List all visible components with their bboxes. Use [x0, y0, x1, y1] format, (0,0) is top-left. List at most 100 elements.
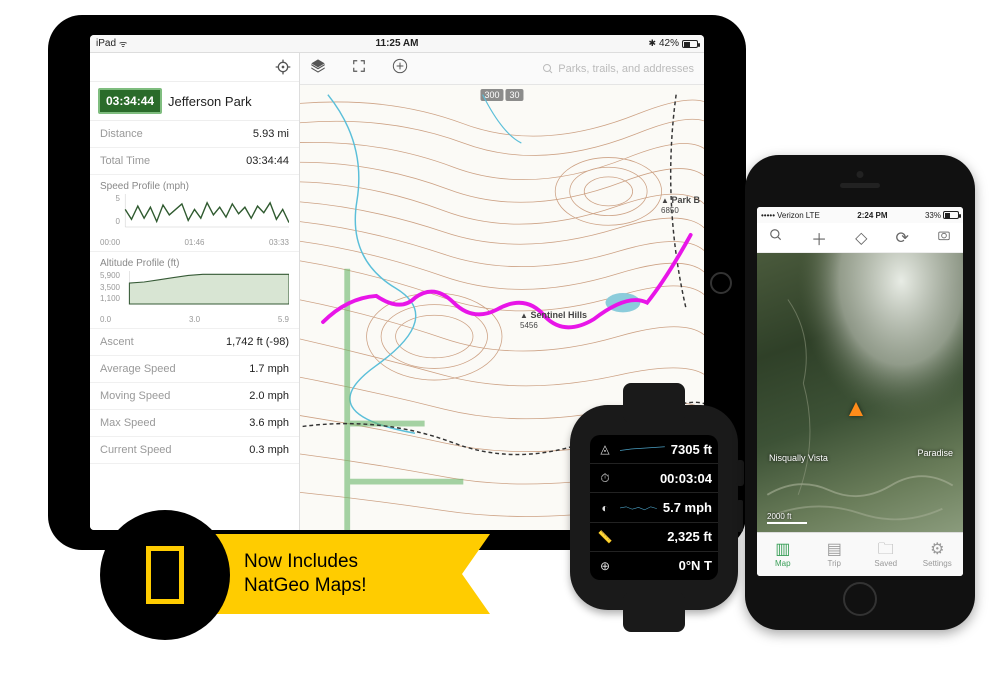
iphone-camera: [857, 171, 864, 178]
watch-heading: 0°N T: [679, 558, 712, 573]
iphone-toolbar: ＋ ◇ ⟳: [757, 223, 963, 253]
map-toolbar: Parks, trails, and addresses: [300, 53, 704, 85]
watch-distance: 2,325 ft: [667, 529, 712, 544]
map-icon: ▥: [775, 542, 790, 558]
search-placeholder: Parks, trails, and addresses: [558, 63, 694, 75]
track-stats-sidebar: 03:34:44 Jefferson Park Distance 5.93 mi…: [90, 53, 300, 530]
device-name: iPad: [96, 38, 116, 49]
stat-value: 2.0 mph: [249, 390, 289, 402]
track-title: Jefferson Park: [168, 94, 252, 109]
locate-icon[interactable]: ◇: [855, 228, 867, 248]
watch-time: 00:03:04: [660, 471, 712, 486]
stat-label: Moving Speed: [100, 390, 170, 402]
map-label: Nisqually Vista: [769, 453, 828, 463]
tab-settings[interactable]: ⚙ Settings: [912, 533, 964, 576]
iphone-screen: ••••• Verizon LTE 2:24 PM 33% ＋ ◇ ⟳: [757, 207, 963, 576]
user-location-arrow: [849, 402, 863, 416]
settings-icon: ⚙: [930, 542, 944, 558]
camera-icon[interactable]: [937, 228, 951, 247]
mountain-icon: ◬: [596, 442, 614, 456]
timer-badge[interactable]: 03:34:44: [98, 88, 162, 114]
stat-label: Total Time: [100, 155, 150, 167]
wifi-icon: ᯤ: [119, 37, 127, 50]
map-search[interactable]: Parks, trails, and addresses: [542, 63, 694, 75]
x-tick: 00:00: [100, 238, 120, 247]
iphone-status-bar: ••••• Verizon LTE 2:24 PM 33%: [757, 207, 963, 223]
iphone-device: ••••• Verizon LTE 2:24 PM 33% ＋ ◇ ⟳: [745, 155, 975, 630]
watch-device: ◬ 7305 ft ⏱ 00:03:04 ◐ 5.7 mph 📏 2,325 f…: [570, 405, 738, 610]
layers-icon[interactable]: [310, 58, 326, 79]
y-tick: 5: [96, 194, 120, 203]
map-label-park: ▲ Park B 6850: [661, 195, 700, 215]
map-label: Paradise: [917, 448, 953, 458]
watch-altitude: 7305 ft: [671, 442, 712, 457]
chart-title: Speed Profile (mph): [100, 181, 289, 192]
stat-row-moving-speed: Moving Speed 2.0 mph: [90, 383, 299, 410]
watch-speed: 5.7 mph: [663, 500, 712, 515]
y-tick: 3,500: [96, 283, 120, 292]
battery-icon: [682, 40, 698, 48]
stat-value: 1.7 mph: [249, 363, 289, 375]
altitude-profile-chart: Altitude Profile (ft) 5,9003,5001,100 0.…: [90, 252, 299, 329]
stat-value: 1,742 ft (-98): [226, 336, 289, 348]
watch-crown[interactable]: [736, 460, 744, 486]
saved-icon: 🗀: [878, 542, 894, 558]
net: LTE: [806, 211, 820, 220]
iphone-home-button[interactable]: [843, 582, 877, 616]
natgeo-logo-icon: [146, 546, 184, 604]
iphone-tab-bar: ▥ Map ▤ Trip 🗀 Saved ⚙ Settings: [757, 532, 963, 576]
banner-line1: Now Includes: [244, 551, 358, 572]
stat-row-distance: Distance 5.93 mi: [90, 121, 299, 148]
ruler-icon: 📏: [596, 530, 614, 544]
stat-value: 3.6 mph: [249, 417, 289, 429]
watch-side-button[interactable]: [737, 500, 743, 532]
stat-label: Max Speed: [100, 417, 156, 429]
iphone-speaker: [840, 183, 880, 188]
tab-label: Saved: [874, 559, 897, 568]
tab-trip[interactable]: ▤ Trip: [809, 533, 861, 576]
battery-pct: 42%: [659, 38, 679, 49]
stat-label: Distance: [100, 128, 143, 140]
stat-value: 5.93 mi: [253, 128, 289, 140]
search-icon[interactable]: [769, 228, 783, 247]
x-tick: 3.0: [189, 315, 200, 324]
locate-icon[interactable]: [275, 59, 291, 75]
carrier: Verizon: [777, 211, 804, 220]
stat-label: Average Speed: [100, 363, 176, 375]
ipad-home-button[interactable]: [710, 272, 732, 294]
add-icon[interactable]: [392, 58, 408, 79]
search-icon: [542, 63, 554, 75]
x-tick: 01:46: [184, 238, 204, 247]
battery-pct: 33%: [925, 211, 941, 220]
iphone-satellite-map[interactable]: Nisqually Vista Paradise 2000 ft: [757, 253, 963, 532]
watch-screen: ◬ 7305 ft ⏱ 00:03:04 ◐ 5.7 mph 📏 2,325 f…: [590, 435, 718, 580]
tab-saved[interactable]: 🗀 Saved: [860, 533, 912, 576]
stat-value: 03:34:44: [246, 155, 289, 167]
stat-label: Current Speed: [100, 444, 172, 456]
route-icon[interactable]: ⟳: [896, 228, 909, 248]
map-scale: 2000 ft: [767, 512, 807, 524]
ipad-status-bar: iPad ᯤ 11:25 AM ✱ 42%: [90, 35, 704, 53]
map-label-sentinel: ▲ Sentinel Hills 5456: [520, 310, 587, 330]
stat-value: 0.3 mph: [249, 444, 289, 456]
y-tick: 5,900: [96, 271, 120, 280]
speedometer-icon: ◐: [596, 501, 614, 515]
status-time: 11:25 AM: [216, 38, 578, 49]
watch-row-altitude: ◬ 7305 ft: [590, 435, 718, 464]
fullscreen-icon[interactable]: [352, 59, 366, 78]
tab-map[interactable]: ▥ Map: [757, 533, 809, 576]
speed-profile-chart: Speed Profile (mph) 50 00:00 01:46 03:33: [90, 175, 299, 252]
watch-row-time: ⏱ 00:03:04: [590, 464, 718, 493]
add-icon[interactable]: ＋: [811, 226, 827, 250]
banner-line2: NatGeo Maps!: [244, 575, 367, 596]
x-tick: 5.9: [278, 315, 289, 324]
x-tick: 0.0: [100, 315, 111, 324]
stat-row-max-speed: Max Speed 3.6 mph: [90, 410, 299, 437]
bluetooth-icon: ✱: [648, 38, 656, 49]
stat-row-current-speed: Current Speed 0.3 mph: [90, 437, 299, 464]
trip-icon: ▤: [827, 542, 842, 558]
stat-label: Ascent: [100, 336, 134, 348]
chart-title: Altitude Profile (ft): [100, 258, 289, 269]
x-tick: 03:33: [269, 238, 289, 247]
tab-label: Trip: [828, 559, 841, 568]
